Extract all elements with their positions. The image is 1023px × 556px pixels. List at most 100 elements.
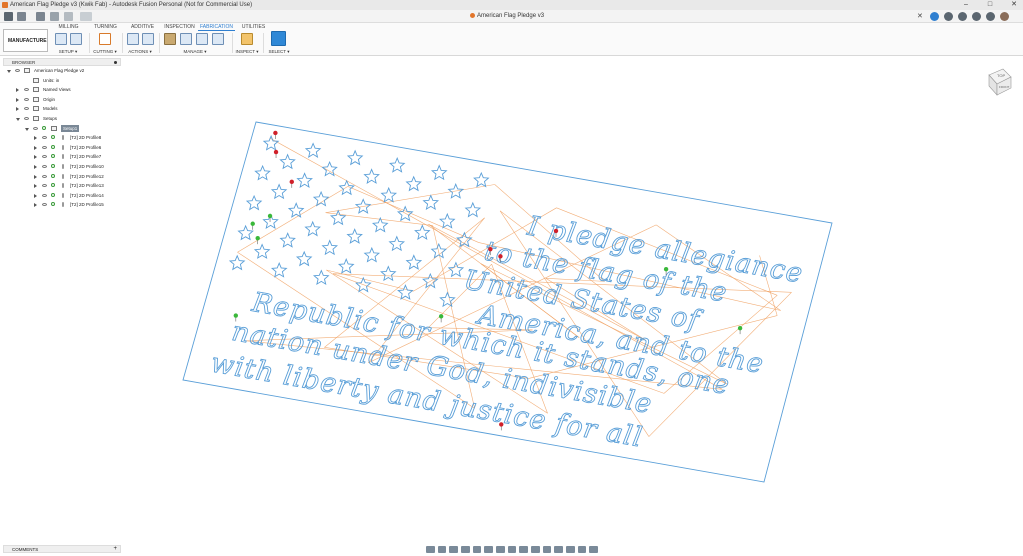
browser-node-label: Setups: [43, 115, 58, 121]
fusion-window: American Flag Pledge v3 (Kwik Fab) - Aut…: [0, 0, 1023, 556]
view-cube[interactable]: TOP FRONT: [985, 67, 1013, 97]
viewport-canvas[interactable]: I pledge allegianceto the flag of theUni…: [0, 0, 1023, 556]
grid-settings-icon[interactable]: [496, 545, 505, 553]
look-at-icon[interactable]: [437, 545, 447, 553]
status-check-icon: [51, 135, 55, 140]
browser-node-label: Named Views: [43, 87, 71, 93]
expand-arrow-icon[interactable]: [16, 88, 19, 93]
browser-node[interactable]: [T2] 2D Profile10: [3, 162, 121, 172]
pan-icon[interactable]: [449, 545, 459, 553]
tool-icon: [62, 192, 64, 198]
add-comment-button[interactable]: +: [113, 546, 117, 553]
visibility-eye-icon[interactable]: [24, 97, 29, 101]
visibility-eye-icon[interactable]: [42, 203, 47, 207]
browser-node-label: [T2] 2D Profile13: [70, 183, 104, 189]
document-icon: [33, 77, 39, 83]
expand-arrow-icon[interactable]: [34, 136, 37, 141]
exit-marker-icon: [737, 325, 743, 331]
viewcube-front-label: FRONT: [999, 85, 1009, 89]
entry-marker-icon: [289, 179, 294, 185]
browser-node[interactable]: Origin: [3, 95, 121, 105]
browser-node-label: [T2] 2D Profile7: [70, 154, 102, 160]
visibility-eye-icon[interactable]: [24, 107, 29, 111]
collapse-arrow-icon[interactable]: [7, 70, 11, 73]
fit-icon[interactable]: [472, 545, 482, 553]
entry-marker-icon: [553, 228, 559, 234]
visibility-eye-icon[interactable]: [42, 184, 47, 188]
browser-node[interactable]: [T2] 2D Profile6: [3, 143, 121, 153]
effects-icon[interactable]: [531, 545, 540, 553]
expand-arrow-icon[interactable]: [34, 164, 37, 169]
browser-collapse-icon[interactable]: [114, 61, 117, 64]
expand-arrow-icon[interactable]: [34, 193, 37, 198]
visibility-eye-icon[interactable]: [33, 126, 38, 130]
browser-title: BROWSER: [12, 60, 36, 65]
status-check-icon: [42, 125, 46, 130]
camera-icon[interactable]: [542, 545, 552, 553]
setup-icon: [51, 125, 57, 131]
browser-node[interactable]: Units: in: [3, 76, 121, 86]
browser-node-label: [T2] 2D Profile6: [70, 144, 102, 150]
browser-node-label: Setup1: [61, 124, 80, 132]
visibility-eye-icon[interactable]: [42, 155, 47, 159]
collapse-arrow-icon[interactable]: [16, 117, 20, 121]
browser-node-label: Models: [43, 106, 58, 112]
browser-node[interactable]: Setups: [3, 114, 121, 124]
browser-node-label: Origin: [43, 96, 56, 102]
browser-node-label: [T2] 2D Profile14: [70, 192, 104, 198]
exit-marker-icon: [663, 266, 669, 272]
status-check-icon: [51, 173, 55, 178]
browser-node[interactable]: [T2] 2D Profile8: [3, 133, 121, 143]
browser-header[interactable]: BROWSER: [3, 58, 121, 66]
expand-arrow-icon[interactable]: [34, 174, 37, 179]
viewports-icon[interactable]: [507, 545, 517, 553]
browser-node[interactable]: Models: [3, 104, 121, 114]
stock-display-icon[interactable]: [566, 545, 575, 553]
exit-marker-icon: [255, 235, 260, 241]
browser-node[interactable]: [T2] 2D Profile14: [3, 191, 121, 201]
expand-arrow-icon[interactable]: [16, 107, 19, 112]
visibility-eye-icon[interactable]: [42, 145, 47, 149]
browser-node[interactable]: [T2] 2D Profile13: [3, 181, 121, 191]
browser-node[interactable]: [T2] 2D Profile7: [3, 152, 121, 162]
comments-panel[interactable]: COMMENTS +: [3, 545, 121, 553]
visibility-eye-icon[interactable]: [24, 116, 29, 120]
browser-node-label: [T2] 2D Profile8: [70, 135, 102, 141]
section-analysis-icon[interactable]: [589, 545, 599, 553]
zoom-icon[interactable]: [461, 545, 470, 553]
visibility-eye-icon[interactable]: [42, 164, 47, 168]
folder-icon: [33, 106, 39, 112]
flag-plate: I pledge allegianceto the flag of theUni…: [182, 121, 833, 483]
browser-node[interactable]: Named Views: [3, 85, 121, 95]
browser-node-label: American Flag Pledge v2: [34, 68, 85, 73]
environment-icon[interactable]: [554, 545, 564, 553]
visual-style-icon[interactable]: [519, 545, 529, 553]
expand-arrow-icon[interactable]: [34, 155, 37, 160]
browser-node[interactable]: Setup1: [3, 124, 121, 134]
entry-marker-icon: [499, 422, 504, 427]
visibility-eye-icon[interactable]: [42, 136, 47, 140]
collapse-arrow-icon[interactable]: [25, 127, 29, 131]
tool-icon: [62, 173, 64, 179]
orbit-icon[interactable]: [426, 545, 435, 553]
browser-node[interactable]: American Flag Pledge v2: [3, 66, 121, 76]
display-settings-icon[interactable]: [484, 545, 494, 553]
toolpath-display-icon[interactable]: [577, 545, 587, 553]
expand-arrow-icon[interactable]: [34, 184, 37, 189]
expand-arrow-icon[interactable]: [34, 145, 37, 150]
visibility-eye-icon[interactable]: [15, 69, 20, 72]
visibility-eye-icon[interactable]: [42, 193, 47, 197]
viewcube-top-label: TOP: [997, 73, 1005, 78]
expand-arrow-icon[interactable]: [34, 203, 37, 208]
browser-node[interactable]: [T2] 2D Profile12: [3, 172, 121, 182]
folder-icon: [33, 87, 39, 93]
visibility-eye-icon[interactable]: [42, 174, 47, 178]
browser-node[interactable]: [T2] 2D Profile15: [3, 200, 121, 210]
visibility-eye-icon[interactable]: [24, 88, 29, 92]
tool-icon: [62, 135, 64, 141]
expand-arrow-icon[interactable]: [16, 97, 19, 102]
document-icon: [24, 68, 30, 73]
entry-marker-icon: [498, 254, 503, 259]
status-check-icon: [51, 192, 55, 197]
tool-icon: [62, 202, 64, 208]
